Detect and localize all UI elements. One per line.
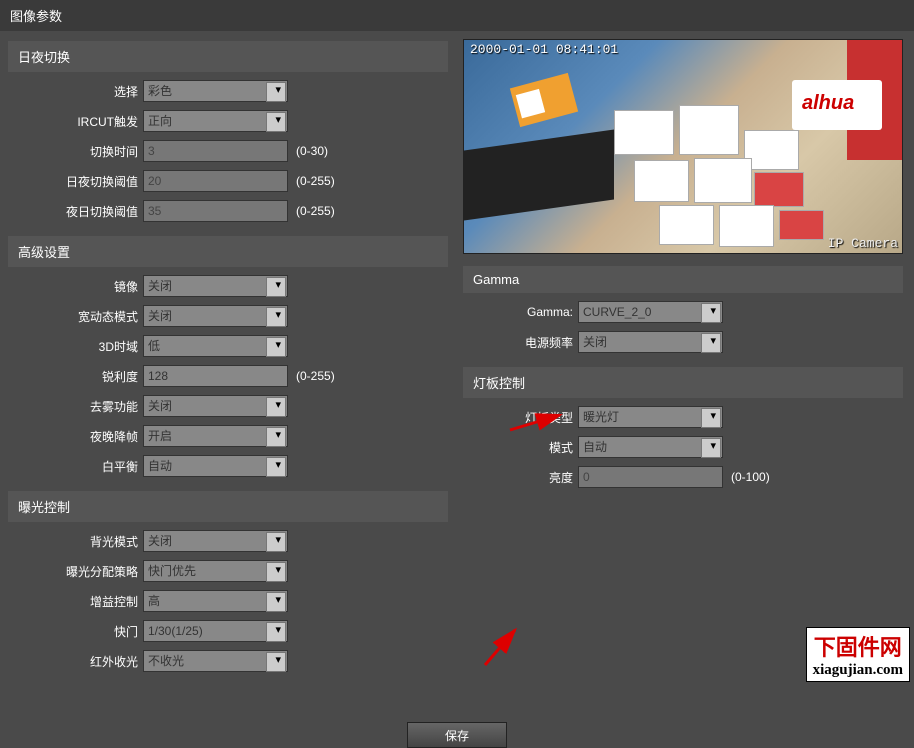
select-nightdrop[interactable]: 开启: [143, 425, 288, 447]
freq-label: 电源频率: [463, 334, 578, 351]
preview-timestamp: 2000-01-01 08:41:01: [470, 42, 618, 57]
input-dn-thresh[interactable]: [143, 170, 288, 192]
video-preview: 2000-01-01 08:41:01 IP Camera: [463, 39, 903, 254]
select-ircut[interactable]: 正向: [143, 110, 288, 132]
watermark-cn: 下固件网: [813, 630, 903, 662]
select-expoalloc[interactable]: 快门优先: [143, 560, 288, 582]
save-button[interactable]: 保存: [407, 722, 507, 748]
ircut-label: IRCUT触发: [8, 113, 143, 130]
input-nd-thresh[interactable]: [143, 200, 288, 222]
brightness-label: 亮度: [463, 469, 578, 486]
dn-thresh-hint: (0-255): [296, 174, 335, 188]
wb-label: 白平衡: [8, 458, 143, 475]
watermark-en: xiagujian.com: [813, 662, 903, 679]
section-exposure-header: 曝光控制: [8, 491, 448, 522]
select-mirror[interactable]: 关闭: [143, 275, 288, 297]
switchtime-label: 切换时间: [8, 143, 143, 160]
input-sharpness[interactable]: [143, 365, 288, 387]
section-advanced-header: 高级设置: [8, 236, 448, 267]
select-defog[interactable]: 关闭: [143, 395, 288, 417]
select-gain[interactable]: 高: [143, 590, 288, 612]
nd-thresh-label: 夜日切换阈值: [8, 203, 143, 220]
ir-label: 红外收光: [8, 653, 143, 670]
select-label: 选择: [8, 83, 143, 100]
select-wb[interactable]: 自动: [143, 455, 288, 477]
select-dnr[interactable]: 低: [143, 335, 288, 357]
input-brightness[interactable]: [578, 466, 723, 488]
left-panel: 日夜切换 选择 彩色 IRCUT触发 正向 切换时间 (0-30) 日夜切换阈值…: [8, 39, 448, 684]
brightness-hint: (0-100): [731, 470, 770, 484]
page-title: 图像参数: [0, 0, 914, 31]
gain-label: 增益控制: [8, 593, 143, 610]
right-panel: 2000-01-01 08:41:01 IP Camera Gamma Gamm…: [463, 39, 903, 684]
defog-label: 去雾功能: [8, 398, 143, 415]
select-ir[interactable]: 不收光: [143, 650, 288, 672]
lighttype-label: 灯板类型: [463, 409, 578, 426]
select-freq[interactable]: 关闭: [578, 331, 723, 353]
select-lighttype[interactable]: 暖光灯: [578, 406, 723, 428]
mirror-label: 镜像: [8, 278, 143, 295]
shutter-label: 快门: [8, 623, 143, 640]
dn-thresh-label: 日夜切换阈值: [8, 173, 143, 190]
section-gamma-header: Gamma: [463, 266, 903, 293]
section-light-header: 灯板控制: [463, 367, 903, 398]
select-backlight[interactable]: 关闭: [143, 530, 288, 552]
gamma-label: Gamma:: [463, 305, 578, 319]
expoalloc-label: 曝光分配策略: [8, 563, 143, 580]
nd-thresh-hint: (0-255): [296, 204, 335, 218]
nightdrop-label: 夜晚降帧: [8, 428, 143, 445]
lightmode-label: 模式: [463, 439, 578, 456]
sharp-label: 锐利度: [8, 368, 143, 385]
sharp-hint: (0-255): [296, 369, 335, 383]
site-watermark: 下固件网 xiagujian.com: [806, 627, 910, 682]
select-shutter[interactable]: 1/30(1/25): [143, 620, 288, 642]
select-lightmode[interactable]: 自动: [578, 436, 723, 458]
input-switchtime[interactable]: [143, 140, 288, 162]
switchtime-hint: (0-30): [296, 144, 328, 158]
preview-watermark: IP Camera: [828, 236, 898, 251]
select-wdr[interactable]: 关闭: [143, 305, 288, 327]
wdr-label: 宽动态模式: [8, 308, 143, 325]
backlight-label: 背光模式: [8, 533, 143, 550]
dnr-label: 3D时域: [8, 338, 143, 355]
select-daynight[interactable]: 彩色: [143, 80, 288, 102]
section-daynight-header: 日夜切换: [8, 41, 448, 72]
select-gamma[interactable]: CURVE_2_0: [578, 301, 723, 323]
